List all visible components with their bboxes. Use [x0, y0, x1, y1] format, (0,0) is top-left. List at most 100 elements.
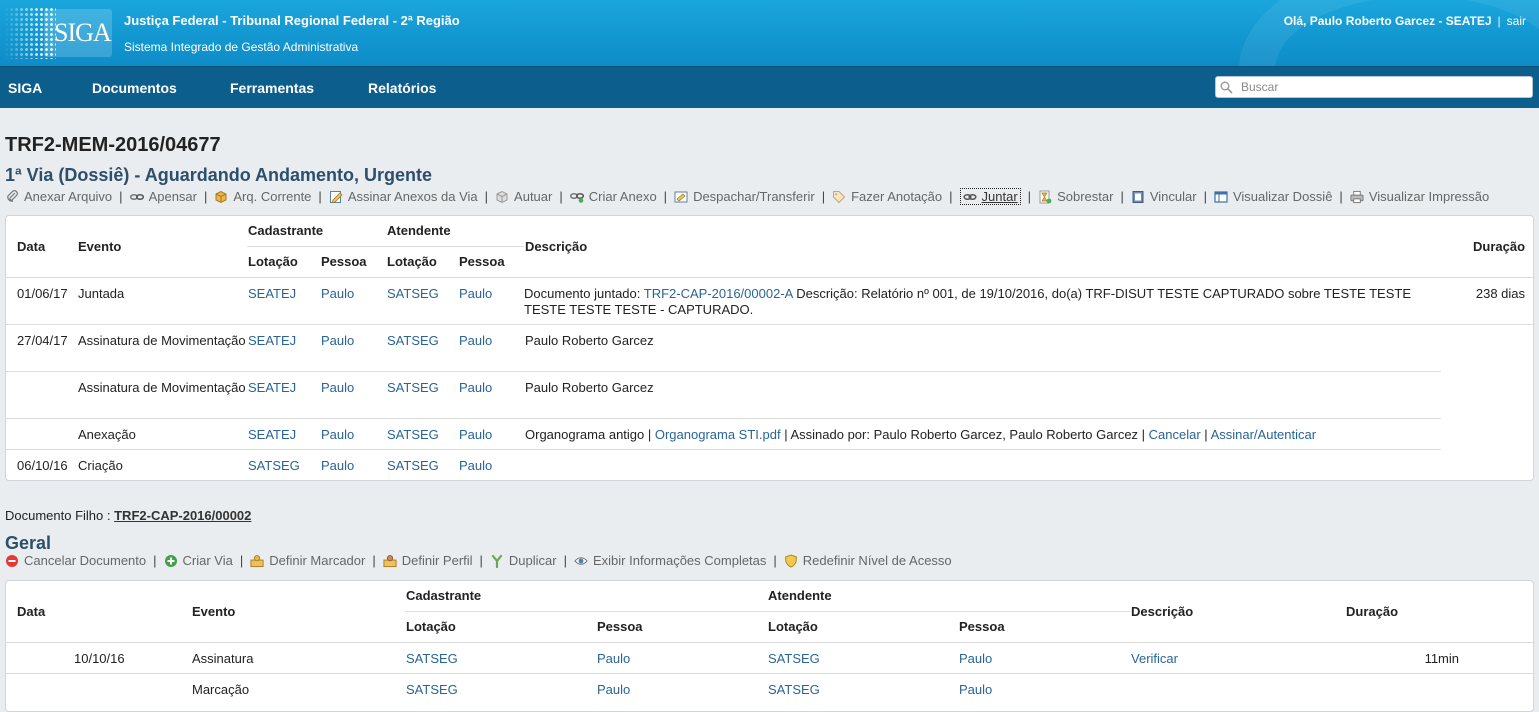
- user-info: Olá, Paulo Roberto Garcez - SEATEJ | sair: [1284, 14, 1526, 28]
- link-add-icon: [569, 190, 584, 204]
- user-separator: |: [1497, 14, 1501, 28]
- logo-text: SIGA: [54, 18, 112, 47]
- logout-link[interactable]: sair: [1507, 14, 1526, 28]
- lotacao-link[interactable]: SEATEJ: [247, 371, 320, 419]
- geral-movements-table: Data Evento Cadastrante Atendente Descri…: [6, 581, 1536, 704]
- pessoa-link[interactable]: Paulo: [320, 449, 386, 480]
- header-decoration: [1239, 0, 1539, 66]
- pessoa-link[interactable]: Paulo: [596, 673, 767, 704]
- lotacao-link[interactable]: SATSEG: [386, 324, 459, 372]
- via-actions-bar: Anexar Arquivo | Apensar | Arq. Corrente…: [5, 188, 1489, 205]
- pessoa-link[interactable]: Paulo: [458, 371, 525, 419]
- criar-anexo-action[interactable]: Criar Anexo: [569, 189, 657, 204]
- assinar-autenticar-link[interactable]: Assinar/Autenticar: [1211, 427, 1317, 442]
- table-row: 01/06/17 Juntada SEATEJ Paulo SATSEG Pau…: [6, 277, 1536, 324]
- pessoa-link[interactable]: Paulo: [958, 673, 1130, 704]
- visualizar-impressao-action[interactable]: Visualizar Impressão: [1350, 189, 1489, 204]
- documento-filho: Documento Filho : TRF2-CAP-2016/00002: [5, 508, 252, 523]
- pessoa-link[interactable]: Paulo: [458, 449, 524, 480]
- table-row: 27/04/17 Assinatura de Movimentação SEAT…: [6, 324, 1535, 372]
- binder-icon: [1131, 190, 1145, 204]
- lotacao-link[interactable]: SATSEG: [247, 449, 320, 480]
- lotacao-link[interactable]: SEATEJ: [247, 277, 320, 324]
- description-cell: Organograma antigo | Organograma STI.pdf…: [524, 418, 1442, 450]
- definir-marcador-action[interactable]: Definir Marcador: [250, 553, 365, 568]
- redefinir-nivel-action[interactable]: Redefinir Nível de Acesso: [784, 553, 952, 568]
- pessoa-link[interactable]: Paulo: [320, 324, 387, 372]
- pessoa-link[interactable]: Paulo: [458, 277, 524, 324]
- fazer-anotacao-action[interactable]: Fazer Anotação: [832, 189, 942, 204]
- lotacao-link[interactable]: SATSEG: [386, 418, 459, 450]
- sign-icon: [329, 190, 343, 204]
- description-cell: Documento juntado: TRF2-CAP-2016/00002-A…: [524, 285, 1412, 317]
- nav-ferramentas[interactable]: Ferramentas: [230, 80, 314, 96]
- col-descricao: Descrição: [1131, 603, 1194, 619]
- pessoa-link[interactable]: Paulo: [458, 418, 525, 450]
- printer-icon: [1350, 190, 1364, 204]
- nav-relatorios[interactable]: Relatórios: [368, 80, 436, 96]
- pessoa-link[interactable]: Paulo: [320, 418, 387, 450]
- criar-via-action[interactable]: Criar Via: [164, 553, 233, 568]
- search-input[interactable]: [1239, 79, 1529, 95]
- duplicate-icon: [490, 554, 504, 568]
- assinar-anexos-action[interactable]: Assinar Anexos da Via: [329, 189, 478, 204]
- pessoa-link[interactable]: Paulo: [458, 324, 525, 372]
- shield-icon: [784, 553, 798, 568]
- duplicar-action[interactable]: Duplicar: [490, 553, 557, 568]
- marker-icon: [250, 554, 264, 568]
- lotacao-link[interactable]: SATSEG: [767, 673, 958, 704]
- sobrestar-action[interactable]: Sobrestar: [1038, 189, 1113, 204]
- juntado-doc-link[interactable]: TRF2-CAP-2016/00002-A: [644, 286, 793, 301]
- col-ate-pessoa: Pessoa: [959, 619, 1005, 634]
- search-box[interactable]: [1215, 76, 1533, 98]
- col-atendente: Atendente: [386, 216, 525, 247]
- pessoa-link[interactable]: Paulo: [958, 642, 1130, 673]
- cancelar-documento-action[interactable]: Cancelar Documento: [5, 553, 146, 568]
- col-cad-pessoa: Pessoa: [321, 254, 367, 269]
- lotacao-link[interactable]: SATSEG: [386, 371, 459, 419]
- via-movements-table: Data Evento Cadastrante Atendente Descri…: [6, 216, 1536, 480]
- via-title: 1ª Via (Dossiê) - Aguardando Andamento, …: [5, 165, 433, 185]
- pessoa-link[interactable]: Paulo: [596, 642, 767, 673]
- system-title: Sistema Integrado de Gestão Administrati…: [124, 40, 359, 54]
- duration-cell: 238 dias: [1475, 285, 1526, 301]
- nav-siga[interactable]: SIGA: [8, 80, 42, 96]
- arq-corrente-action[interactable]: Arq. Corrente: [214, 189, 311, 204]
- main-nav: SIGA Documentos Ferramentas Relatórios: [0, 66, 1539, 108]
- exibir-informacoes-action[interactable]: Exibir Informações Completas: [574, 553, 766, 568]
- user-greeting: Olá, Paulo Roberto Garcez - SEATEJ: [1283, 14, 1492, 28]
- visualizar-dossie-action[interactable]: Visualizar Dossiê: [1214, 189, 1332, 204]
- apensar-action[interactable]: Apensar: [129, 189, 197, 204]
- definir-perfil-action[interactable]: Definir Perfil: [383, 553, 473, 568]
- vincular-action[interactable]: Vincular: [1131, 189, 1197, 204]
- lotacao-link[interactable]: SATSEG: [405, 673, 596, 704]
- pessoa-link[interactable]: Paulo: [320, 371, 387, 419]
- anexar-arquivo-action[interactable]: Anexar Arquivo: [5, 189, 112, 204]
- pessoa-link[interactable]: Paulo: [320, 277, 386, 324]
- col-duracao: Duração: [1346, 603, 1399, 619]
- search-icon: [1220, 81, 1233, 94]
- window-icon: [1214, 190, 1228, 204]
- col-duracao: Duração: [1472, 238, 1526, 254]
- table-row: 10/10/16 Assinatura SATSEG Paulo SATSEG …: [6, 642, 1536, 673]
- lotacao-link[interactable]: SEATEJ: [247, 418, 320, 450]
- lotacao-link[interactable]: SEATEJ: [247, 324, 320, 372]
- lotacao-link[interactable]: SATSEG: [386, 277, 458, 324]
- lotacao-link[interactable]: SATSEG: [767, 642, 958, 673]
- col-ate-lotacao: Lotação: [387, 254, 437, 269]
- geral-title: Geral: [5, 533, 52, 553]
- despachar-action[interactable]: Despachar/Transferir: [674, 189, 815, 204]
- verificar-link[interactable]: Verificar: [1130, 642, 1345, 673]
- documento-filho-link[interactable]: TRF2-CAP-2016/00002: [114, 508, 251, 523]
- lotacao-link[interactable]: SATSEG: [405, 642, 596, 673]
- table-row: Anexação SEATEJ Paulo SATSEG Paulo Organ…: [6, 418, 1535, 450]
- lotacao-link[interactable]: SATSEG: [386, 449, 458, 480]
- table-row: Assinatura de Movimentação SEATEJ Paulo …: [6, 371, 1535, 419]
- geral-movements-panel: Data Evento Cadastrante Atendente Descri…: [5, 580, 1536, 712]
- nav-documentos[interactable]: Documentos: [92, 80, 177, 96]
- cancelar-link[interactable]: Cancelar: [1149, 427, 1201, 442]
- organograma-link[interactable]: Organograma STI.pdf: [655, 427, 781, 442]
- siga-logo[interactable]: SIGA: [4, 7, 112, 59]
- autuar-action[interactable]: Autuar: [495, 189, 552, 204]
- juntar-action[interactable]: Juntar: [959, 188, 1021, 205]
